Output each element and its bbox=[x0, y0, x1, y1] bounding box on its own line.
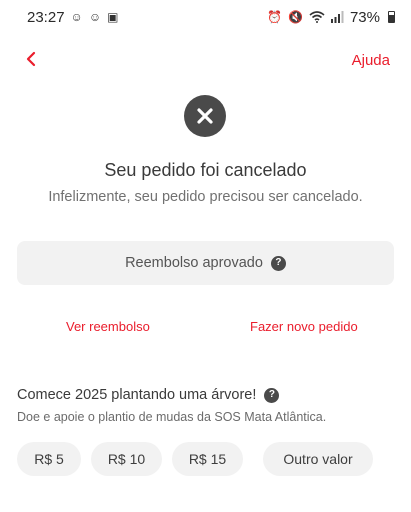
donation-option-15[interactable]: R$ 15 bbox=[172, 442, 243, 476]
notification-icon: ☺ bbox=[70, 10, 83, 24]
battery-percent: 73% bbox=[349, 8, 380, 26]
status-bar: 23:27 ☺ ☺ ▣ ⏰ 🔇 73% bbox=[0, 0, 411, 34]
mute-icon: 🔇 bbox=[288, 10, 303, 24]
cancel-circle-icon bbox=[184, 95, 226, 137]
help-link[interactable]: Ajuda bbox=[352, 52, 390, 69]
question-icon[interactable]: ? bbox=[270, 255, 286, 271]
notification-icon: ☺ bbox=[88, 10, 102, 24]
donation-subtitle: Doe e apoie o plantio de mudas da SOS Ma… bbox=[17, 410, 327, 424]
status-bar-left: 23:27 ☺ ☺ ▣ bbox=[27, 9, 118, 26]
clock: 23:27 bbox=[27, 8, 65, 26]
donation-option-5[interactable]: R$ 5 bbox=[17, 442, 81, 476]
battery-icon bbox=[388, 11, 395, 23]
notification-icon: ▣ bbox=[107, 10, 119, 24]
question-icon[interactable]: ? bbox=[264, 387, 280, 403]
signal-icon bbox=[330, 11, 344, 23]
top-nav: Ajuda bbox=[0, 44, 411, 76]
donation-title-text: Comece 2025 plantando uma árvore! bbox=[17, 387, 257, 403]
page-title: Seu pedido foi cancelado bbox=[104, 160, 307, 180]
refund-status-label: Reembolso aprovado bbox=[125, 255, 263, 271]
donation-options: R$ 5 R$ 10 R$ 15 Outro valor bbox=[17, 442, 373, 476]
cancelled-order-screen: 23:27 ☺ ☺ ▣ ⏰ 🔇 73% Ajuda Seu pedido foi… bbox=[0, 0, 411, 512]
chevron-left-icon bbox=[26, 51, 36, 67]
page-subtitle: Infelizmente, seu pedido precisou ser ca… bbox=[48, 189, 363, 205]
view-refund-link[interactable]: Ver reembolso bbox=[66, 319, 150, 334]
close-icon bbox=[197, 108, 213, 124]
donation-option-10[interactable]: R$ 10 bbox=[91, 442, 162, 476]
donation-title: Comece 2025 plantando uma árvore! ? bbox=[17, 387, 280, 403]
status-bar-right: ⏰ 🔇 73% bbox=[267, 9, 395, 26]
alarm-icon: ⏰ bbox=[267, 10, 283, 24]
wifi-icon bbox=[309, 11, 325, 23]
donation-option-other[interactable]: Outro valor bbox=[263, 442, 373, 476]
refund-status-box: Reembolso aprovado ? bbox=[17, 241, 394, 285]
new-order-link[interactable]: Fazer novo pedido bbox=[250, 319, 358, 334]
back-button[interactable] bbox=[26, 49, 46, 71]
